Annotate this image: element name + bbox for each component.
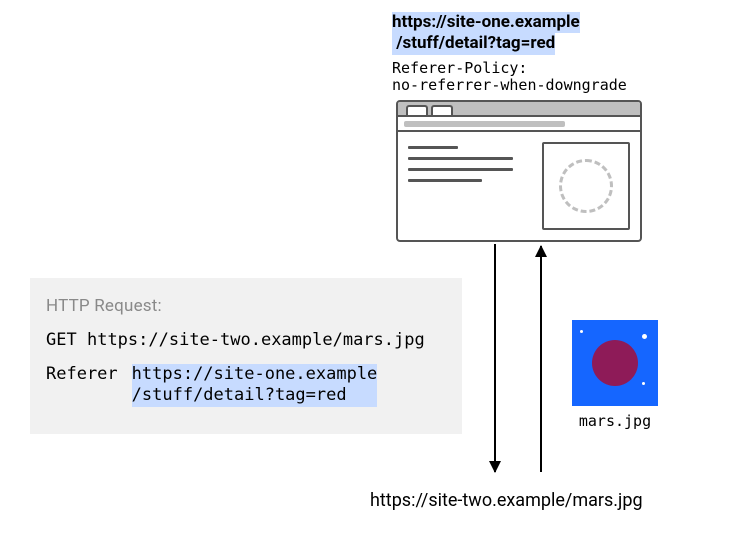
browser-image-placeholder	[542, 142, 630, 230]
http-method: GET	[46, 330, 77, 350]
referer-value-line1: https://site-one.example	[132, 364, 378, 385]
policy-header-name: Referer-Policy:	[392, 59, 527, 77]
image-url: https://site-two.example/mars.jpg	[370, 490, 643, 511]
http-referer-line: Referer https://site-one.example /stuff/…	[46, 364, 446, 407]
http-request-caption: HTTP Request:	[46, 296, 446, 316]
url-bar-placeholder-icon	[404, 121, 565, 127]
browser-body	[398, 132, 640, 240]
response-arrow-icon	[540, 246, 542, 472]
referer-policy-label: Referer-Policy: no-referrer-when-downgra…	[392, 60, 627, 93]
browser-url-bar	[398, 115, 640, 132]
mars-image-icon	[572, 320, 658, 406]
http-target: https://site-two.example/mars.jpg	[87, 330, 425, 350]
browser-tab-icon	[406, 105, 428, 115]
browser-tab-icon	[431, 105, 453, 115]
policy-header-value: no-referrer-when-downgrade	[392, 76, 627, 94]
http-request-line: GET https://site-two.example/mars.jpg	[46, 330, 446, 350]
page-url-line2: /stuff/detail?tag=red	[392, 33, 555, 54]
image-preview: mars.jpg	[572, 320, 658, 430]
browser-tabs-bar	[398, 102, 640, 115]
referer-header-name: Referer	[46, 364, 118, 384]
browser-mock	[396, 100, 642, 242]
page-url-line1: https://site-one.example	[392, 12, 580, 33]
diagram-stage: https://site-one.example /stuff/detail?t…	[0, 0, 744, 544]
http-request-box: HTTP Request: GET https://site-two.examp…	[30, 278, 462, 434]
browser-text-placeholder	[408, 142, 532, 230]
request-arrow-icon	[494, 244, 496, 472]
image-filename: mars.jpg	[572, 412, 658, 430]
image-loading-icon	[559, 159, 613, 213]
page-url: https://site-one.example /stuff/detail?t…	[392, 12, 580, 55]
referer-value-line2: /stuff/detail?tag=red	[132, 385, 378, 406]
